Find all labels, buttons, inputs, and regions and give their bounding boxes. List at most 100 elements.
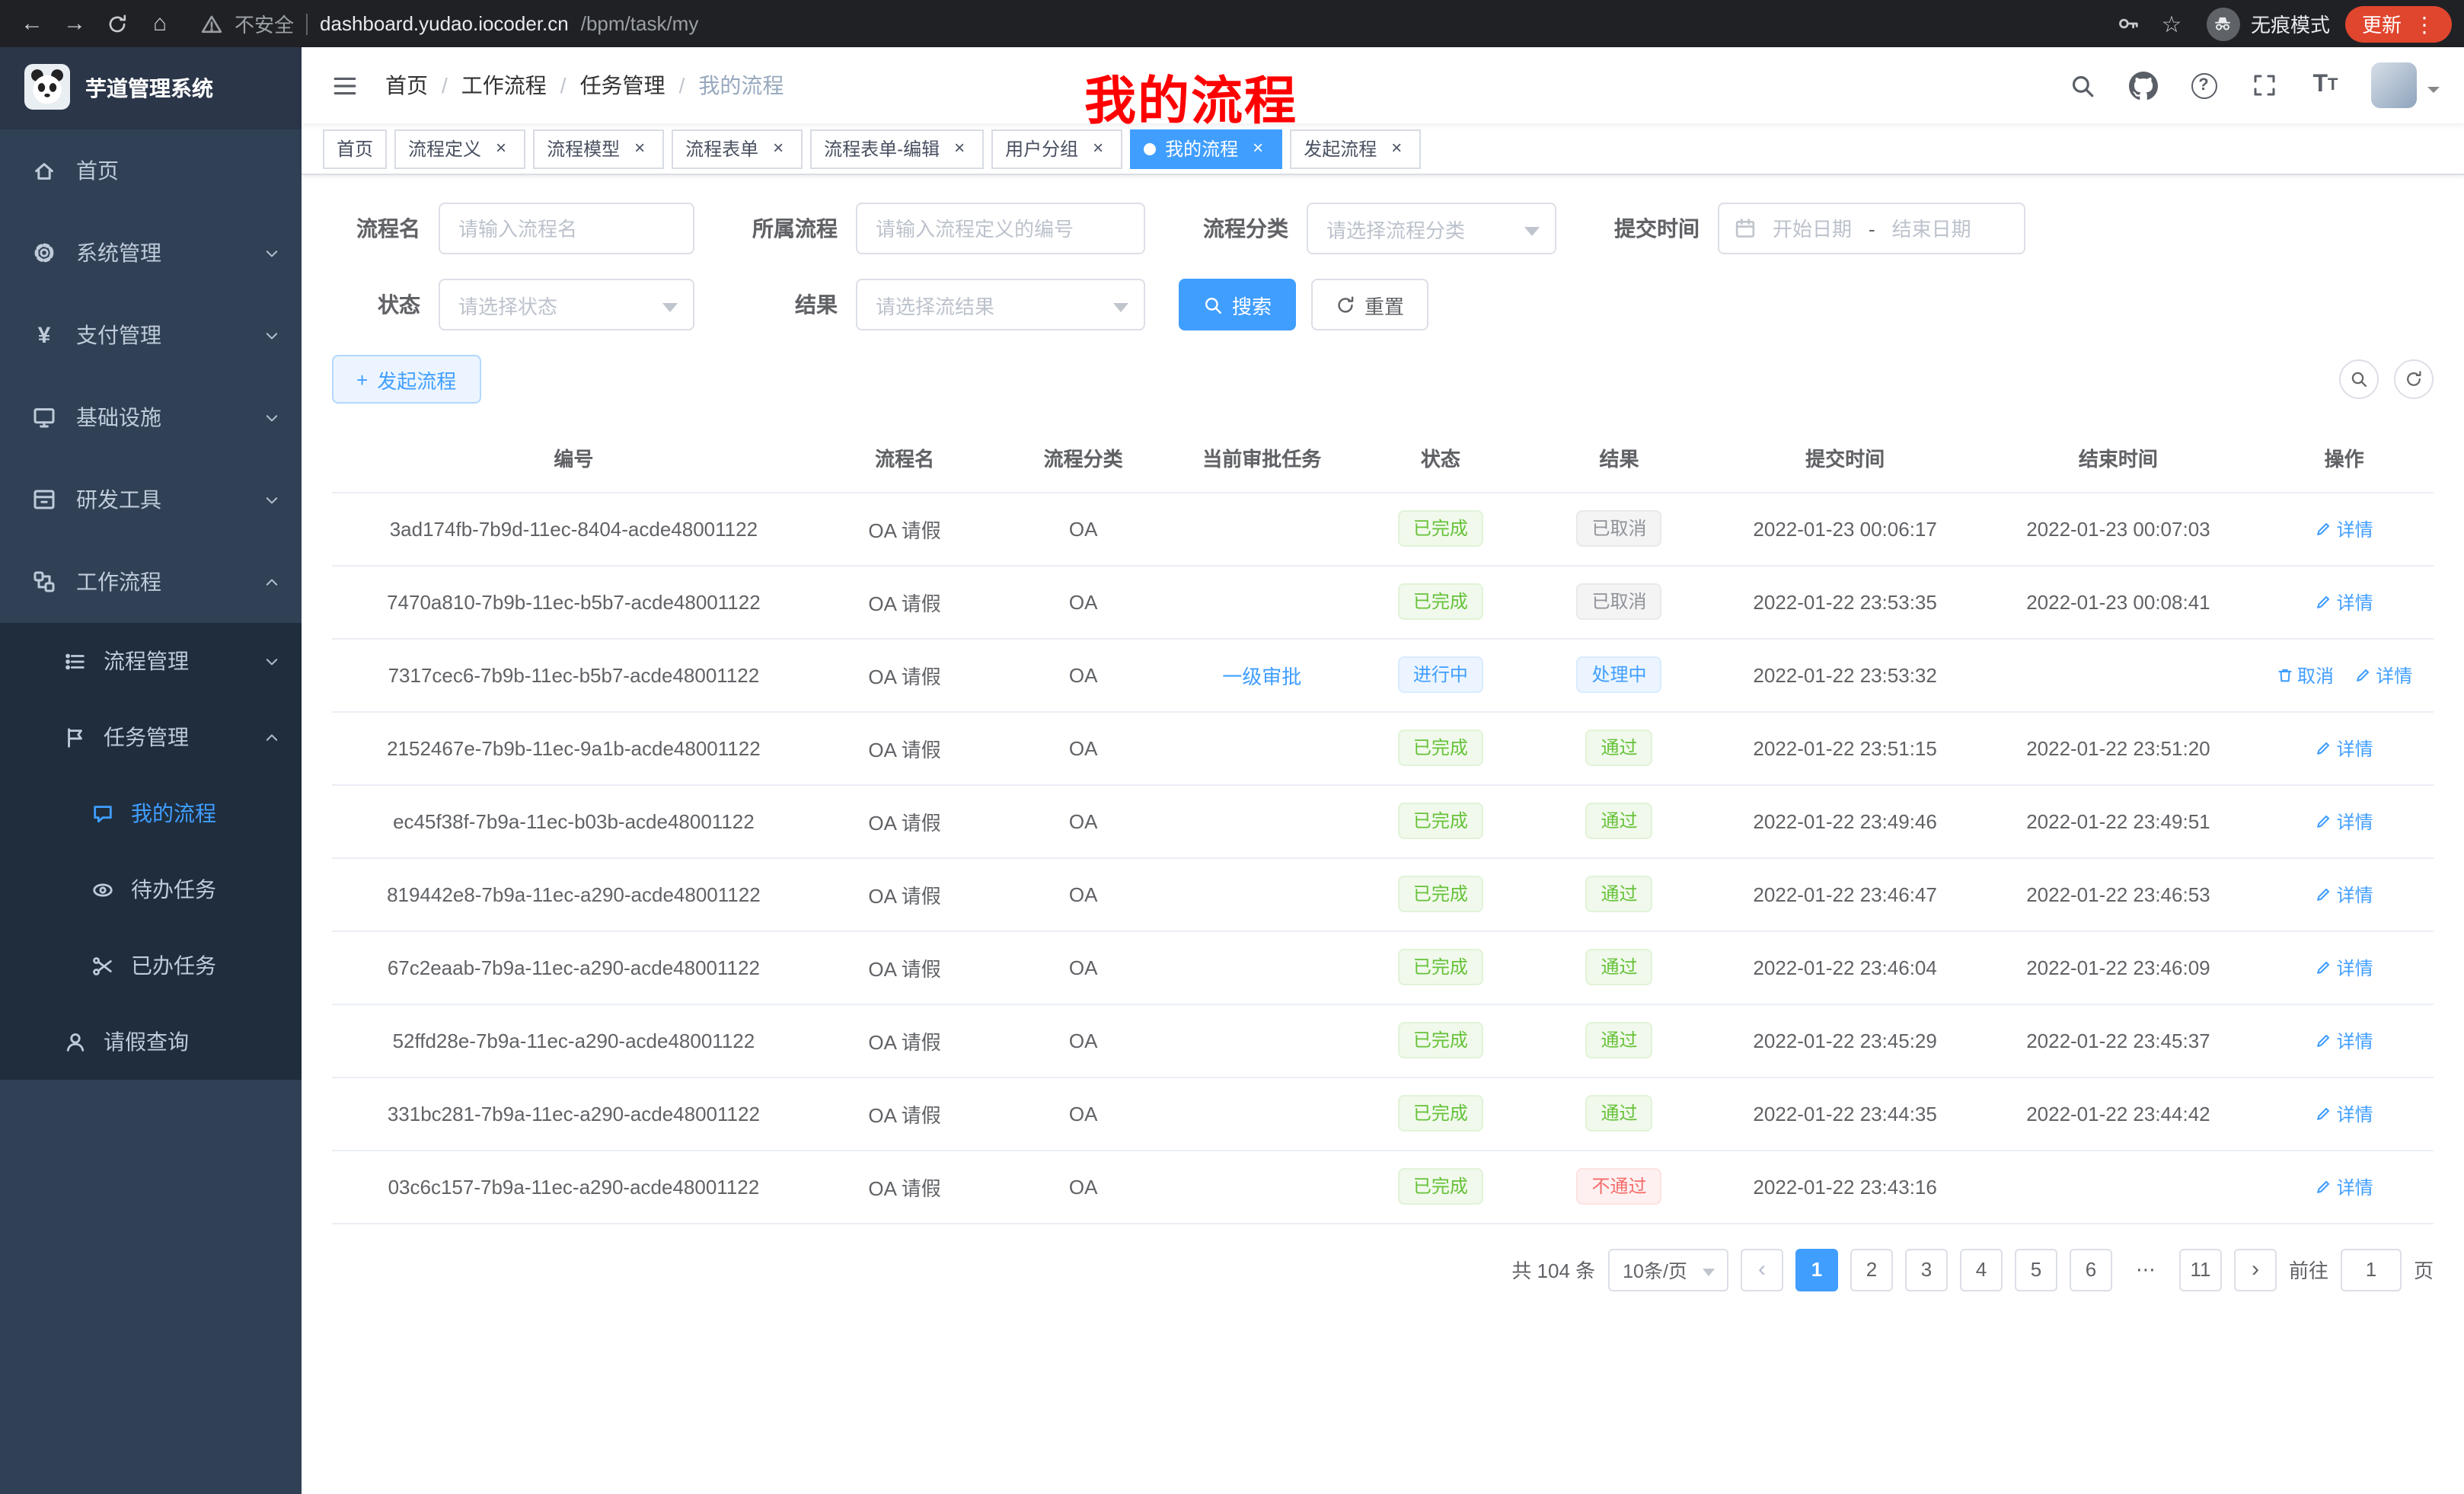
tab[interactable]: 流程定义 [394, 129, 525, 168]
sidebar-item-infrastructure[interactable]: 基础设施 [0, 376, 302, 458]
process-table: 编号 流程名 流程分类 当前审批任务 状态 结果 [332, 425, 2434, 1224]
sidebar-item-workflow[interactable]: 工作流程 [0, 541, 302, 623]
detail-action[interactable]: 详情 [2316, 1100, 2373, 1126]
security-warning-icon [201, 13, 222, 34]
page-number-button[interactable]: ⋯ [2124, 1248, 2167, 1291]
hamburger-icon[interactable] [326, 66, 364, 104]
sidebar-item-task-management[interactable]: 任务管理 [0, 699, 302, 775]
start-date-input[interactable] [1767, 217, 1858, 240]
date-range-picker[interactable]: - [1718, 203, 2025, 254]
tab-close-icon[interactable] [1386, 138, 1407, 159]
process-def-input[interactable] [856, 203, 1145, 254]
detail-action[interactable]: 详情 [2316, 589, 2373, 615]
sidebar-item-done-tasks[interactable]: 已办任务 [0, 927, 302, 1004]
table-row: 52ffd28e-7b9a-11ec-a290-acde48001122 OA … [332, 1004, 2434, 1077]
detail-action[interactable]: 详情 [2316, 735, 2373, 761]
edit-icon [2316, 593, 2332, 610]
tab[interactable]: 我的流程 [1130, 129, 1282, 168]
chat-icon [88, 802, 116, 825]
result-badge: 通过 [1585, 1095, 1652, 1132]
sidebar-item-system[interactable]: 系统管理 [0, 212, 302, 294]
forward-icon[interactable]: → [55, 4, 94, 43]
incognito-label: 无痕模式 [2251, 9, 2330, 38]
breadcrumb-current: 我的流程 [698, 70, 784, 101]
cell-category: OA [994, 1004, 1173, 1077]
tab-close-icon[interactable] [629, 138, 650, 159]
tab[interactable]: 流程表单-编辑 [810, 129, 984, 168]
page-number-button[interactable]: 1 [1795, 1248, 1838, 1291]
create-process-button[interactable]: + 发起流程 [332, 355, 480, 404]
help-icon[interactable]: ? [2182, 64, 2225, 107]
fullscreen-icon[interactable] [2243, 64, 2286, 107]
detail-action[interactable]: 详情 [2316, 954, 2373, 980]
next-page-button[interactable]: › [2234, 1248, 2277, 1291]
process-name-input[interactable] [439, 203, 694, 254]
page-size-select[interactable]: 10条/页 [1607, 1248, 1728, 1291]
cell-actions: 取消 详情 [2255, 638, 2434, 711]
sidebar-item-devtools[interactable]: 研发工具 [0, 458, 302, 541]
back-icon[interactable]: ← [12, 4, 52, 43]
reset-button[interactable]: 重置 [1311, 279, 1428, 330]
sidebar-item-my-processes[interactable]: 我的流程 [0, 775, 302, 851]
page-number-button[interactable]: 11 [2179, 1248, 2222, 1291]
password-key-icon[interactable] [2109, 4, 2149, 43]
font-size-icon[interactable]: TT [2304, 64, 2347, 107]
result-select[interactable]: 请选择流结果 [856, 279, 1145, 330]
detail-action[interactable]: 详情 [2316, 881, 2373, 907]
browser-menu-icon[interactable]: ⋮ [2414, 13, 2435, 34]
goto-page-input[interactable] [2341, 1248, 2402, 1291]
tab-close-icon[interactable] [1087, 138, 1109, 159]
result-placeholder: 请选择流结果 [876, 290, 994, 319]
tab-close-icon[interactable] [768, 138, 789, 159]
tab[interactable]: 首页 [323, 129, 387, 168]
search-button[interactable]: 搜索 [1179, 279, 1296, 330]
edit-icon [2354, 666, 2371, 683]
sidebar-item-pending-tasks[interactable]: 待办任务 [0, 851, 302, 927]
detail-action[interactable]: 详情 [2354, 662, 2412, 688]
toggle-search-icon[interactable] [2339, 359, 2379, 399]
update-button[interactable]: 更新 ⋮ [2345, 5, 2452, 42]
current-task-link[interactable]: 一级审批 [1222, 665, 1301, 688]
tab[interactable]: 流程模型 [533, 129, 664, 168]
tab[interactable]: 发起流程 [1290, 129, 1421, 168]
sidebar-item-home[interactable]: 首页 [0, 129, 302, 212]
cell-submit-time: 2022-01-22 23:46:04 [1709, 931, 1982, 1004]
page-number-button[interactable]: 5 [2015, 1248, 2057, 1291]
page-number-button[interactable]: 2 [1850, 1248, 1893, 1291]
search-icon[interactable] [2060, 64, 2103, 107]
breadcrumb-item[interactable]: 任务管理 [580, 70, 665, 101]
detail-action[interactable]: 详情 [2316, 1173, 2373, 1199]
breadcrumb-item[interactable]: 工作流程 [461, 70, 547, 101]
cancel-action[interactable]: 取消 [2276, 662, 2334, 688]
bookmark-star-icon[interactable]: ☆ [2152, 4, 2191, 43]
sidebar-item-process-management[interactable]: 流程管理 [0, 623, 302, 699]
prev-page-button[interactable]: ‹ [1741, 1248, 1783, 1291]
refresh-icon[interactable] [2394, 359, 2434, 399]
status-select[interactable]: 请选择状态 [439, 279, 694, 330]
end-date-input[interactable] [1886, 217, 1977, 240]
page-number-button[interactable]: 4 [1960, 1248, 2003, 1291]
reload-icon[interactable] [97, 4, 137, 43]
cell-end-time: 2022-01-22 23:46:53 [1982, 857, 2255, 931]
tab[interactable]: 流程表单 [672, 129, 803, 168]
address-bar[interactable]: 不安全 dashboard.yudao.iocoder.cn/bpm/task/… [183, 9, 2106, 38]
home-icon[interactable]: ⌂ [140, 4, 180, 43]
sidebar-item-leave-query[interactable]: 请假查询 [0, 1004, 302, 1080]
tab-close-icon[interactable] [490, 138, 512, 159]
avatar-menu[interactable] [2371, 62, 2440, 108]
page-number-button[interactable]: 6 [2070, 1248, 2112, 1291]
tab-close-icon[interactable] [1247, 138, 1269, 159]
detail-action[interactable]: 详情 [2316, 516, 2373, 541]
github-icon[interactable] [2121, 64, 2164, 107]
sidebar-item-payment[interactable]: ¥ 支付管理 [0, 294, 302, 376]
detail-action[interactable]: 详情 [2316, 1027, 2373, 1053]
category-select[interactable]: 请选择流程分类 [1307, 203, 1556, 254]
tab-close-icon[interactable] [949, 138, 970, 159]
tab[interactable]: 用户分组 [991, 129, 1122, 168]
page-number-button[interactable]: 3 [1905, 1248, 1948, 1291]
breadcrumb-item[interactable]: 首页 [385, 70, 428, 101]
sidebar-item-label: 支付管理 [76, 320, 161, 350]
cell-process-name: OA 请假 [815, 931, 994, 1004]
detail-action[interactable]: 详情 [2316, 808, 2373, 834]
avatar[interactable] [2371, 62, 2417, 108]
